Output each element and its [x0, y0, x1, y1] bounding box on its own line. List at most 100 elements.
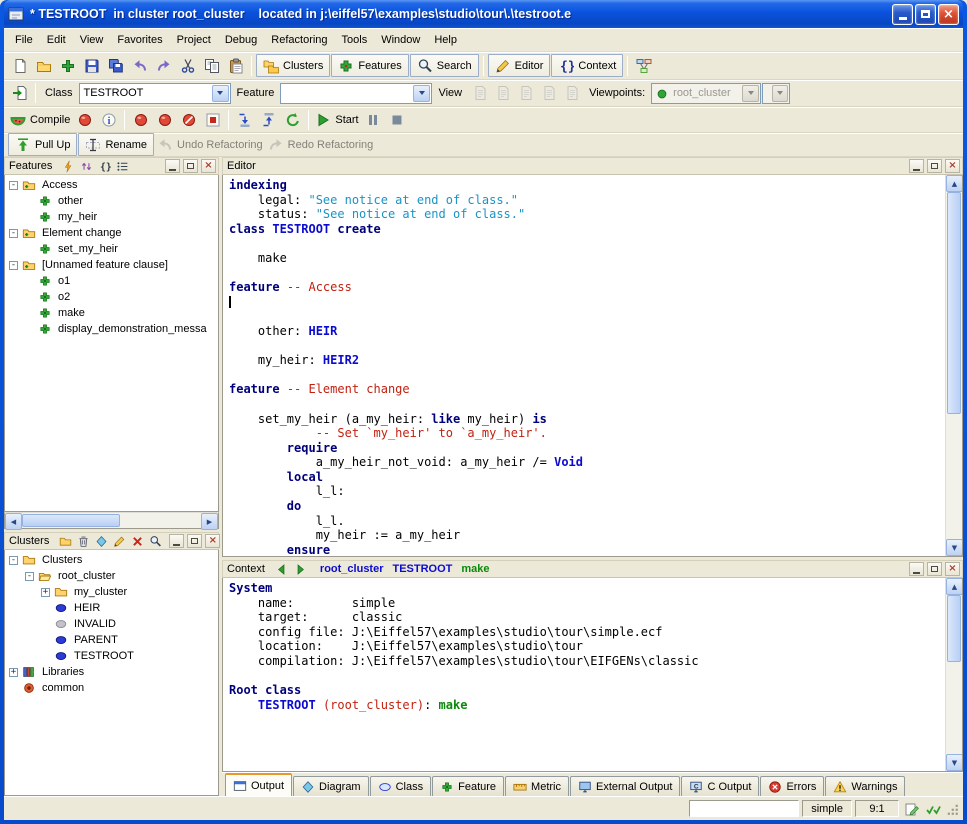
close-button[interactable]: ×: [938, 4, 959, 25]
editor-close-button[interactable]: ×: [945, 159, 960, 173]
view-clickable-button[interactable]: [491, 82, 514, 105]
freeze-button[interactable]: [153, 108, 176, 131]
tree-item-root-cluster[interactable]: -root_cluster: [5, 568, 218, 584]
menu-refactoring[interactable]: Refactoring: [264, 31, 334, 49]
tree-item-invalid[interactable]: INVALID: [5, 616, 218, 632]
history-forward-button[interactable]: [292, 561, 309, 577]
tab-errors[interactable]: Errors: [760, 776, 824, 796]
resize-grip[interactable]: [946, 802, 960, 818]
collapse-toggle[interactable]: -: [9, 261, 18, 270]
tab-class[interactable]: Class: [370, 776, 432, 796]
context-close-button[interactable]: ×: [945, 562, 960, 576]
menu-window[interactable]: Window: [374, 31, 427, 49]
features-maximize-button[interactable]: [183, 159, 198, 173]
tab-c-output[interactable]: CC Output: [681, 776, 759, 796]
context-output-area[interactable]: System name: simple target: classic conf…: [223, 578, 945, 771]
tree-item-clusters[interactable]: -Clusters: [5, 552, 218, 568]
features-horizontal-scrollbar[interactable]: ◀ ▶: [4, 512, 219, 529]
rename-button[interactable]: Rename: [78, 133, 154, 156]
viewpoints-combobox[interactable]: root_cluster: [651, 83, 761, 104]
viewpoints-combobox-arrow[interactable]: [742, 85, 759, 102]
tree-item-parent[interactable]: PARENT: [5, 632, 218, 648]
scroll-down-button[interactable]: ▼: [946, 754, 963, 771]
tree-item-unnamed-feature-clause[interactable]: -[Unnamed feature clause]: [5, 257, 218, 273]
view-basic-button[interactable]: [468, 82, 491, 105]
info-button[interactable]: i: [97, 108, 120, 131]
features-button[interactable]: Features: [331, 54, 408, 77]
menu-help[interactable]: Help: [427, 31, 464, 49]
view-interface-button[interactable]: [560, 82, 583, 105]
feature-signature-button[interactable]: {}: [96, 158, 113, 174]
tree-item-testroot[interactable]: TESTROOT: [5, 648, 218, 664]
editor-vertical-scrollbar[interactable]: ▲ ▼: [945, 175, 962, 556]
feature-flash-button[interactable]: [60, 158, 77, 174]
feature-list-button[interactable]: [114, 158, 131, 174]
context-button[interactable]: {}Context: [551, 54, 623, 77]
editor-minimize-button[interactable]: [909, 159, 924, 173]
step-into-button[interactable]: [233, 108, 256, 131]
cluster-search-button[interactable]: [147, 533, 164, 549]
feature-combobox-arrow[interactable]: [413, 85, 430, 102]
cluster-remove-button[interactable]: [129, 533, 146, 549]
redo-button[interactable]: [152, 54, 175, 77]
tree-item-heir[interactable]: HEIR: [5, 600, 218, 616]
pull-up-button[interactable]: Pull Up: [8, 133, 77, 156]
finalize-button[interactable]: [177, 108, 200, 131]
clusters-button[interactable]: Clusters: [256, 54, 330, 77]
context-minimize-button[interactable]: [909, 562, 924, 576]
add-button[interactable]: [56, 54, 79, 77]
breadcrumb-make[interactable]: make: [461, 563, 489, 575]
scroll-track[interactable]: [946, 595, 962, 754]
cut-button[interactable]: [176, 54, 199, 77]
tab-warnings[interactable]: Warnings: [825, 776, 905, 796]
compile-error-button[interactable]: [73, 108, 96, 131]
scroll-down-button[interactable]: ▼: [946, 539, 963, 556]
scroll-track[interactable]: [22, 513, 201, 528]
step-out-button[interactable]: [257, 108, 280, 131]
collapse-toggle[interactable]: -: [9, 181, 18, 190]
melt-button[interactable]: [129, 108, 152, 131]
open-class-button[interactable]: [8, 82, 31, 105]
feature-sort-button[interactable]: [78, 158, 95, 174]
tree-item-display-demonstration-messa[interactable]: display_demonstration_messa: [5, 321, 218, 337]
minimize-button[interactable]: [892, 4, 913, 25]
breadcrumb-root_cluster[interactable]: root_cluster: [320, 563, 384, 575]
editor-code-area[interactable]: indexing legal: "See notice at end of cl…: [223, 175, 945, 556]
scroll-thumb[interactable]: [22, 514, 120, 527]
tree-item-element-change[interactable]: -Element change: [5, 225, 218, 241]
menu-favorites[interactable]: Favorites: [110, 31, 169, 49]
context-vertical-scrollbar[interactable]: ▲ ▼: [945, 578, 962, 771]
menu-edit[interactable]: Edit: [40, 31, 73, 49]
restart-button[interactable]: [281, 108, 304, 131]
precompile-button[interactable]: [201, 108, 224, 131]
tree-item-common[interactable]: common: [5, 680, 218, 696]
tree-item-my-heir[interactable]: my_heir: [5, 209, 218, 225]
scroll-left-button[interactable]: ◀: [5, 513, 22, 530]
view-contract-button[interactable]: [537, 82, 560, 105]
stop-button[interactable]: [386, 108, 409, 131]
menu-tools[interactable]: Tools: [335, 31, 375, 49]
context-maximize-button[interactable]: [927, 562, 942, 576]
feature-combobox[interactable]: [280, 83, 432, 104]
open-button[interactable]: [32, 54, 55, 77]
tree-item-make[interactable]: make: [5, 305, 218, 321]
menu-project[interactable]: Project: [170, 31, 218, 49]
scroll-thumb[interactable]: [947, 192, 961, 414]
expand-toggle[interactable]: +: [9, 668, 18, 677]
scroll-track[interactable]: [946, 192, 962, 539]
collapse-toggle[interactable]: -: [25, 572, 34, 581]
clusters-maximize-button[interactable]: [187, 534, 202, 548]
collapse-toggle[interactable]: -: [9, 556, 18, 565]
tree-item-libraries[interactable]: +Libraries: [5, 664, 218, 680]
menu-file[interactable]: File: [8, 31, 40, 49]
features-minimize-button[interactable]: [165, 159, 180, 173]
cluster-edit-button[interactable]: [111, 533, 128, 549]
titlebar[interactable]: * TESTROOT in cluster root_cluster locat…: [4, 0, 963, 28]
clusters-minimize-button[interactable]: [169, 534, 184, 548]
menu-view[interactable]: View: [73, 31, 111, 49]
collapse-toggle[interactable]: -: [9, 229, 18, 238]
copy-button[interactable]: [200, 54, 223, 77]
expand-toggle[interactable]: +: [41, 588, 50, 597]
class-combobox-arrow[interactable]: [212, 85, 229, 102]
tab-output[interactable]: Output: [225, 773, 292, 796]
